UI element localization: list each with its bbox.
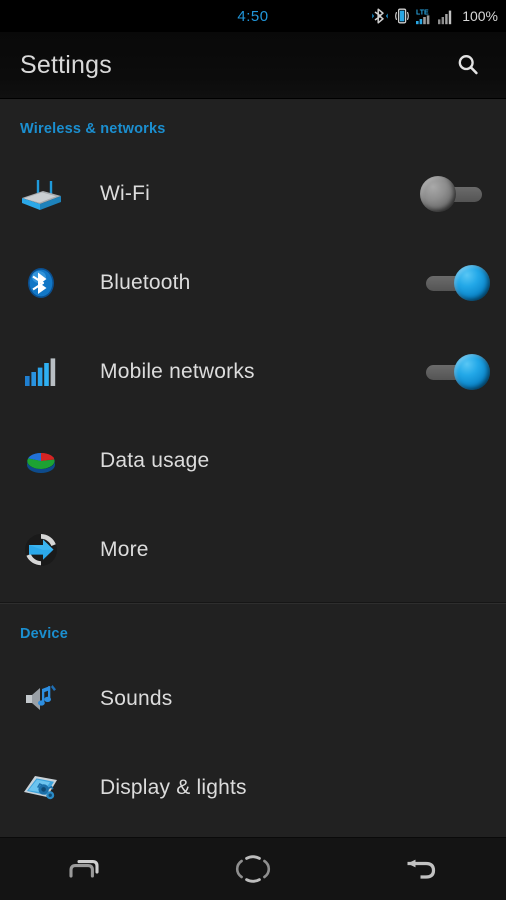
back-icon: [407, 859, 435, 879]
back-button[interactable]: [337, 838, 506, 900]
settings-row-label: Data usage: [100, 448, 210, 472]
lte-signal-icon: LTE: [416, 9, 430, 25]
settings-row-label: Sounds: [100, 686, 173, 710]
mobile-networks-toggle[interactable]: [420, 353, 490, 390]
settings-row-label: Display & lights: [100, 775, 247, 799]
phone-screen: 4:50 LTE 100% Settings Wireless & networ…: [0, 0, 506, 900]
settings-row-wifi[interactable]: Wi-Fi: [0, 149, 506, 238]
wifi-toggle[interactable]: [420, 175, 490, 212]
arrow-circle-icon: [14, 523, 68, 577]
page-title: Settings: [20, 50, 112, 79]
bluetooth-icon: [14, 256, 68, 310]
status-icons: LTE 100%: [371, 0, 498, 32]
home-button[interactable]: [169, 838, 338, 900]
section-header-wireless: Wireless & networks: [20, 121, 166, 137]
signal-bars-icon: [438, 10, 452, 25]
toggle-knob: [454, 353, 490, 390]
display-gear-icon: [14, 761, 68, 815]
toggle-knob: [420, 175, 456, 212]
settings-row-display-lights[interactable]: Display & lights: [0, 743, 506, 832]
recents-icon: [69, 860, 99, 878]
status-clock: 4:50: [237, 7, 269, 25]
recents-button[interactable]: [0, 838, 169, 900]
wifi-router-icon: [14, 167, 68, 221]
settings-row-mobile-networks[interactable]: Mobile networks: [0, 327, 506, 416]
navigation-bar: [0, 837, 506, 900]
bluetooth-icon: [372, 8, 388, 24]
home-icon: [235, 855, 271, 883]
settings-row-bluetooth[interactable]: Bluetooth: [0, 238, 506, 327]
action-bar: Settings: [0, 32, 506, 99]
settings-row-label: More: [100, 537, 149, 561]
settings-row-sounds[interactable]: Sounds: [0, 654, 506, 743]
bluetooth-toggle[interactable]: [420, 264, 490, 301]
settings-row-label: Wi-Fi: [100, 181, 150, 205]
settings-row-label: Bluetooth: [100, 270, 191, 294]
settings-row-more[interactable]: More: [0, 505, 506, 594]
battery-percent-text: 100%: [462, 8, 498, 24]
speaker-notes-icon: [14, 672, 68, 726]
toggle-knob: [454, 264, 490, 301]
status-bar: 4:50 LTE 100%: [0, 0, 506, 32]
search-icon: [458, 55, 478, 75]
signal-bars-icon: [14, 345, 68, 399]
search-button[interactable]: [440, 32, 496, 98]
vibrate-icon: [395, 8, 410, 24]
settings-row-label: Mobile networks: [100, 359, 255, 383]
section-header-device: Device: [20, 626, 68, 642]
svg-text:LTE: LTE: [416, 9, 429, 16]
settings-row-data-usage[interactable]: Data usage: [0, 416, 506, 505]
pie-chart-icon: [14, 434, 68, 488]
settings-list[interactable]: Wireless & networks Wi-Fi Bluetooth Mobi…: [0, 99, 506, 871]
